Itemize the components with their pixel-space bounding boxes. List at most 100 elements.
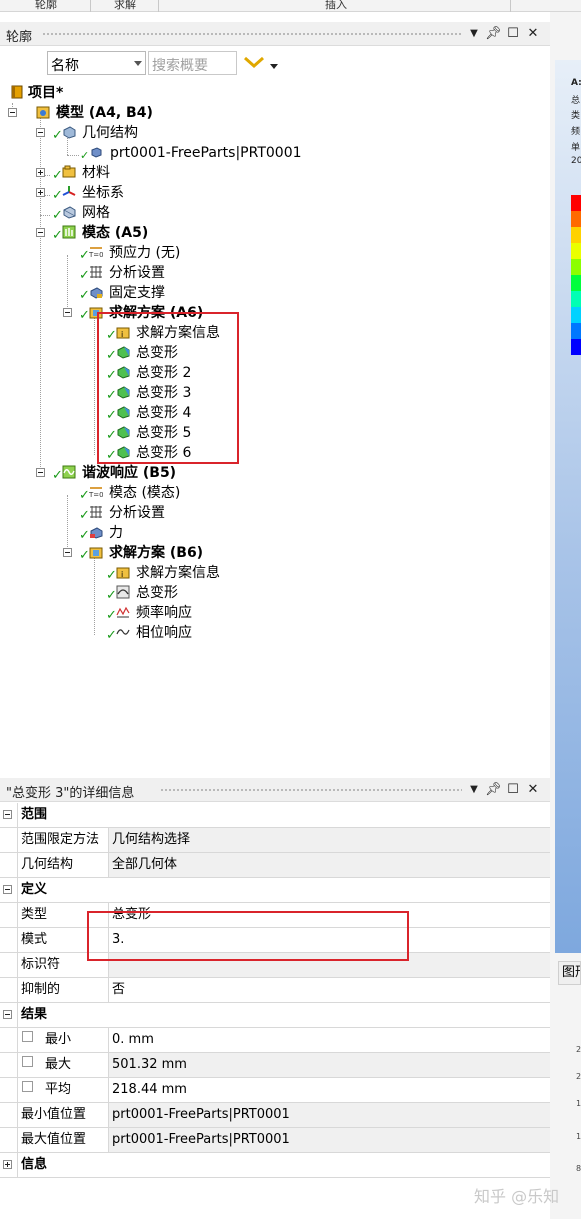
graphics-viewport[interactable] (555, 60, 581, 953)
legend-swatch (571, 275, 581, 291)
tree-item-mesh[interactable]: ✓ 网格 (0, 203, 300, 223)
solution-icon (89, 547, 103, 559)
legend-line-4: 单 (571, 143, 581, 153)
frequency-response-icon (116, 606, 130, 618)
app-root: 轮廓 求解 插入 轮廓 ▼ 📌︎ ☐ ✕ 名称 搜索概要 项目* 模型 (A4,… (0, 0, 581, 1219)
filter-icon[interactable] (243, 54, 265, 70)
row-scoping-method[interactable]: 范围限定方法 几何结构选择 (0, 828, 550, 853)
close-icon[interactable]: ✕ (525, 25, 541, 43)
tree-item-project[interactable]: 项目* (0, 83, 300, 103)
tree-item-fixed-support[interactable]: ✓ 固定支撑 (0, 283, 300, 303)
legend-swatch (571, 339, 581, 355)
legend-swatch (571, 195, 581, 211)
group-results[interactable]: 结果 (0, 1003, 550, 1028)
collapse-icon[interactable] (36, 128, 45, 137)
maximize-icon[interactable]: ☐ (505, 781, 521, 799)
maximize-icon[interactable]: ☐ (505, 25, 521, 43)
row-max-location[interactable]: 最大值位置 prt0001-FreeParts|PRT0001 (0, 1128, 550, 1153)
model-icon (36, 106, 50, 119)
tree-item-part[interactable]: ✓ prt0001-FreeParts|PRT0001 (0, 143, 330, 163)
row-average[interactable]: 平均 218.44 mm (0, 1078, 550, 1103)
highlight-box-results (97, 312, 239, 464)
expand-icon[interactable] (36, 168, 45, 177)
collapse-icon[interactable] (3, 810, 12, 819)
outline-title: 轮廓 (6, 30, 33, 45)
panel-menu-dropdown-icon[interactable]: ▼ (466, 781, 482, 799)
parameter-checkbox[interactable] (22, 1081, 33, 1092)
row-maximum[interactable]: 最大 501.32 mm (0, 1053, 550, 1078)
row-suppressed[interactable]: 抑制的 否 (0, 978, 550, 1003)
collapse-icon[interactable] (63, 308, 72, 317)
parameter-checkbox[interactable] (22, 1031, 33, 1042)
collapse-icon[interactable] (3, 1010, 12, 1019)
close-icon[interactable]: ✕ (525, 781, 541, 799)
mesh-icon (63, 206, 76, 219)
tree-item-materials[interactable]: ✓ 材料 (0, 163, 300, 183)
tree-item-total-deformation-b[interactable]: ✓ 总变形 (0, 583, 300, 603)
expand-icon[interactable] (36, 188, 45, 197)
axis-number: 1 (576, 1099, 581, 1108)
project-icon (11, 85, 23, 99)
row-minimum[interactable]: 最小 0. mm (0, 1028, 550, 1053)
part-icon (91, 147, 102, 158)
group-scope[interactable]: 范围 (0, 803, 550, 828)
pin-icon[interactable]: 📌︎ (485, 25, 502, 43)
ribbon-outline-label[interactable]: 轮廓 (35, 0, 57, 12)
row-geometry[interactable]: 几何结构 全部几何体 (0, 853, 550, 878)
tree-item-solution-info-b[interactable]: ✓ i 求解方案信息 (0, 563, 300, 583)
legend-swatch (571, 291, 581, 307)
group-definition[interactable]: 定义 (0, 878, 550, 903)
tree-item-model[interactable]: 模型 (A4, B4) (0, 103, 300, 123)
tree-item-coordinate-systems[interactable]: ✓ 坐标系 (0, 183, 300, 203)
force-icon (90, 527, 103, 539)
total-deformation-icon (116, 585, 130, 599)
collapse-icon[interactable] (36, 468, 45, 477)
tab-graphics[interactable]: 图形 (558, 961, 581, 985)
search-input[interactable]: 搜索概要 (148, 51, 237, 75)
collapse-icon[interactable] (3, 885, 12, 894)
sort-combo[interactable]: 名称 (47, 51, 146, 75)
details-panel: "总变形 3"的详细信息 ▼ 📌︎ ☐ ✕ 范围 范围限定方法 几何结构选择 几… (0, 778, 550, 1198)
tree-item-solution-b6[interactable]: ✓ 求解方案 (B6) (0, 543, 300, 563)
tree-item-modal[interactable]: ✓ 模态 (A5) (0, 223, 300, 243)
legend-swatch (571, 259, 581, 275)
parameter-checkbox[interactable] (22, 1056, 33, 1067)
outline-toolbar: 名称 搜索概要 (0, 46, 550, 80)
legend-title: A: (571, 78, 581, 88)
expand-icon[interactable] (3, 1160, 12, 1169)
tree-item-analysis-settings-b[interactable]: ✓ 分析设置 (0, 503, 300, 523)
tree-item-frequency-response[interactable]: ✓ 频率响应 (0, 603, 300, 623)
collapse-icon[interactable] (8, 108, 17, 117)
highlight-box-mode (87, 911, 409, 961)
legend-swatch (571, 243, 581, 259)
coordinate-system-icon (62, 186, 76, 196)
details-titlebar: "总变形 3"的详细信息 ▼ 📌︎ ☐ ✕ (0, 778, 550, 802)
panel-menu-dropdown-icon[interactable]: ▼ (466, 25, 482, 43)
modal-ref-icon: T=0 (89, 487, 103, 499)
row-min-location[interactable]: 最小值位置 prt0001-FreeParts|PRT0001 (0, 1103, 550, 1128)
modal-icon (62, 225, 76, 239)
legend-line-1: 总 (571, 96, 581, 106)
collapse-icon[interactable] (36, 228, 45, 237)
tree-item-prestress[interactable]: ✓ T=0 预应力 (无) (0, 243, 300, 263)
tree-item-force[interactable]: ✓ 力 (0, 523, 300, 543)
tree-item-geometry[interactable]: ✓ 几何结构 (0, 123, 300, 143)
group-info[interactable]: 信息 (0, 1153, 550, 1178)
pin-icon[interactable]: 📌︎ (485, 781, 502, 799)
chevron-down-icon (134, 61, 142, 66)
tree-item-phase-response[interactable]: ✓ 相位响应 (0, 623, 300, 643)
svg-text:i: i (121, 570, 123, 579)
svg-text:T=0: T=0 (89, 251, 103, 259)
legend-swatch (571, 307, 581, 323)
sort-combo-value: 名称 (51, 58, 79, 74)
harmonic-response-icon (62, 465, 76, 479)
ribbon-solve-label[interactable]: 求解 (114, 0, 136, 12)
filter-dropdown-icon[interactable] (270, 64, 278, 69)
tree-item-harmonic-response[interactable]: ✓ 谐波响应 (B5) (0, 463, 300, 483)
tree-item-modal-reference[interactable]: ✓ T=0 模态 (模态) (0, 483, 300, 503)
collapse-icon[interactable] (63, 548, 72, 557)
tree-item-analysis-settings[interactable]: ✓ 分析设置 (0, 263, 300, 283)
ribbon-insert-label[interactable]: 插入 (325, 0, 347, 12)
fixed-support-icon (90, 287, 103, 299)
materials-icon (62, 165, 76, 178)
